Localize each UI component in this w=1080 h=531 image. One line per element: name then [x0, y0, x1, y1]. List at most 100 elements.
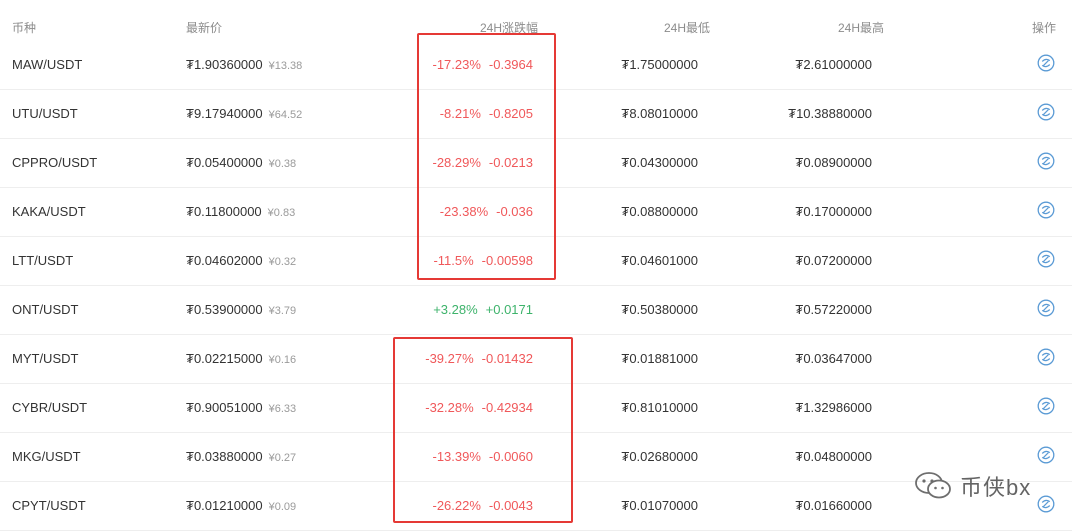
latest-price: ₮0.02215000 ¥0.16 [186, 351, 296, 368]
table-row[interactable]: LTT/USDT ₮0.04602000 ¥0.32 -11.5% -0.00598 ₮0… [0, 236, 1072, 286]
change-percent: -32.28% [425, 400, 474, 415]
change-amount: -0.0060 [488, 449, 533, 464]
change-percent: -17.23% [432, 57, 481, 72]
change-cell: -13.39% -0.0060 [432, 449, 533, 464]
column-header-low[interactable]: 24H最低 [664, 21, 710, 35]
price-value: ₮9.17940000 [186, 106, 263, 121]
column-header-pair[interactable]: 币种 [12, 21, 36, 35]
low-price: ₮0.01070000 [621, 498, 698, 513]
price-cny: ¥0.32 [268, 256, 297, 268]
change-percent: -11.5% [433, 253, 474, 268]
watermark: 币侠bx [914, 466, 1064, 506]
table-row[interactable]: ONT/USDT ₮0.53900000 ¥3.79 +3.28% +0.0171 ₮0.… [0, 285, 1072, 335]
column-header-high[interactable]: 24H最高 [838, 21, 884, 35]
change-cell: -17.23% -0.3964 [432, 57, 533, 72]
pair-name[interactable]: ONT/USDT [12, 302, 78, 317]
change-percent: -23.38% [439, 204, 489, 219]
pair-name[interactable]: CPPRO/USDT [12, 155, 97, 170]
change-cell: -28.29% -0.0213 [432, 155, 533, 170]
trade-icon[interactable] [1037, 299, 1055, 317]
high-price: ₮0.07200000 [795, 253, 872, 268]
latest-price: ₮0.03880000 ¥0.27 [186, 449, 296, 466]
pair-name[interactable]: LTT/USDT [12, 253, 73, 268]
price-cny: ¥0.83 [267, 207, 296, 219]
trade-icon[interactable] [1037, 250, 1055, 268]
high-price: ₮0.04800000 [795, 449, 872, 464]
price-cny: ¥0.09 [268, 501, 297, 513]
table-row[interactable]: UTU/USDT ₮9.17940000 ¥64.52 -8.21% -0.8205 ₮8… [0, 89, 1072, 139]
table-row[interactable]: MAW/USDT ₮1.90360000 ¥13.38 -17.23% -0.3964 ₮… [0, 40, 1072, 90]
low-price: ₮0.04300000 [621, 155, 698, 170]
high-price: ₮0.57220000 [795, 302, 872, 317]
trade-icon[interactable] [1037, 54, 1055, 72]
pair-name[interactable]: MAW/USDT [12, 57, 82, 72]
change-amount: +0.0171 [485, 302, 533, 317]
change-amount: -0.42934 [481, 400, 533, 415]
latest-price: ₮0.53900000 ¥3.79 [186, 302, 296, 319]
table-header: 币种 最新价 24H涨跌幅 24H最低 24H最高 操作 [0, 0, 1080, 40]
change-amount: -0.8205 [488, 106, 533, 121]
table-row[interactable]: CYBR/USDT ₮0.90051000 ¥6.33 -32.28% -0.42934… [0, 383, 1072, 433]
price-cny: ¥64.52 [268, 109, 303, 121]
trade-icon[interactable] [1037, 152, 1055, 170]
latest-price: ₮9.17940000 ¥64.52 [186, 106, 302, 123]
pair-name[interactable]: MYT/USDT [12, 351, 78, 366]
trade-icon[interactable] [1037, 201, 1055, 219]
change-amount: -0.036 [496, 204, 533, 219]
pair-name[interactable]: CPYT/USDT [12, 498, 86, 513]
change-cell: -39.27% -0.01432 [425, 351, 533, 366]
change-percent: +3.28% [433, 302, 478, 317]
change-amount: -0.3964 [488, 57, 533, 72]
table-row[interactable]: KAKA/USDT ₮0.11800000 ¥0.83 -23.38% -0.036 ₮0… [0, 187, 1072, 237]
price-cny: ¥13.38 [268, 60, 303, 72]
price-value: ₮0.02215000 [186, 351, 263, 366]
trade-icon[interactable] [1037, 446, 1055, 464]
table-row[interactable]: MYT/USDT ₮0.02215000 ¥0.16 -39.27% -0.01432 ₮… [0, 334, 1072, 384]
change-percent: -28.29% [432, 155, 481, 170]
change-amount: -0.0213 [488, 155, 533, 170]
market-table: 币种 最新价 24H涨跌幅 24H最低 24H最高 操作 MAW/USDT ₮1.… [0, 0, 1080, 531]
price-cny: ¥0.38 [268, 158, 297, 170]
pair-name[interactable]: UTU/USDT [12, 106, 78, 121]
trade-icon[interactable] [1037, 103, 1055, 121]
price-value: ₮0.04602000 [186, 253, 263, 268]
high-price: ₮2.61000000 [795, 57, 872, 72]
price-cny: ¥3.79 [268, 305, 297, 317]
low-price: ₮0.04601000 [621, 253, 698, 268]
low-price: ₮0.02680000 [621, 449, 698, 464]
price-value: ₮0.03880000 [186, 449, 263, 464]
price-cny: ¥0.16 [268, 354, 297, 366]
change-percent: -39.27% [425, 351, 474, 366]
latest-price: ₮1.90360000 ¥13.38 [186, 57, 302, 74]
column-header-price[interactable]: 最新价 [186, 21, 222, 35]
price-value: ₮0.53900000 [186, 302, 263, 317]
low-price: ₮8.08010000 [621, 106, 698, 121]
low-price: ₮1.75000000 [621, 57, 698, 72]
price-value: ₮1.90360000 [186, 57, 263, 72]
low-price: ₮0.01881000 [621, 351, 698, 366]
trade-icon[interactable] [1037, 397, 1055, 415]
latest-price: ₮0.04602000 ¥0.32 [186, 253, 296, 270]
trade-icon[interactable] [1037, 348, 1055, 366]
price-value: ₮0.01210000 [186, 498, 263, 513]
column-header-change[interactable]: 24H涨跌幅 [480, 21, 538, 35]
low-price: ₮0.50380000 [621, 302, 698, 317]
table-row[interactable]: MKG/USDT ₮0.03880000 ¥0.27 -13.39% -0.0060 ₮0… [0, 432, 1072, 482]
change-cell: -26.22% -0.0043 [432, 498, 533, 513]
pair-name[interactable]: CYBR/USDT [12, 400, 87, 415]
high-price: ₮0.01660000 [795, 498, 872, 513]
table-row[interactable]: CPYT/USDT ₮0.01210000 ¥0.09 -26.22% -0.0043 ₮… [0, 481, 1072, 531]
change-percent: -13.39% [432, 449, 481, 464]
price-value: ₮0.05400000 [186, 155, 263, 170]
change-percent: -26.22% [432, 498, 481, 513]
column-header-action: 操作 [1032, 21, 1057, 35]
pair-name[interactable]: MKG/USDT [12, 449, 81, 464]
price-value: ₮0.11800000 [186, 204, 262, 219]
change-amount: -0.00598 [481, 253, 533, 268]
table-row[interactable]: CPPRO/USDT ₮0.05400000 ¥0.38 -28.29% -0.0213… [0, 138, 1072, 188]
price-cny: ¥0.27 [268, 452, 297, 464]
change-percent: -8.21% [439, 106, 481, 121]
low-price: ₮0.08800000 [621, 204, 698, 219]
pair-name[interactable]: KAKA/USDT [12, 204, 86, 219]
high-price: ₮10.38880000 [788, 106, 872, 121]
